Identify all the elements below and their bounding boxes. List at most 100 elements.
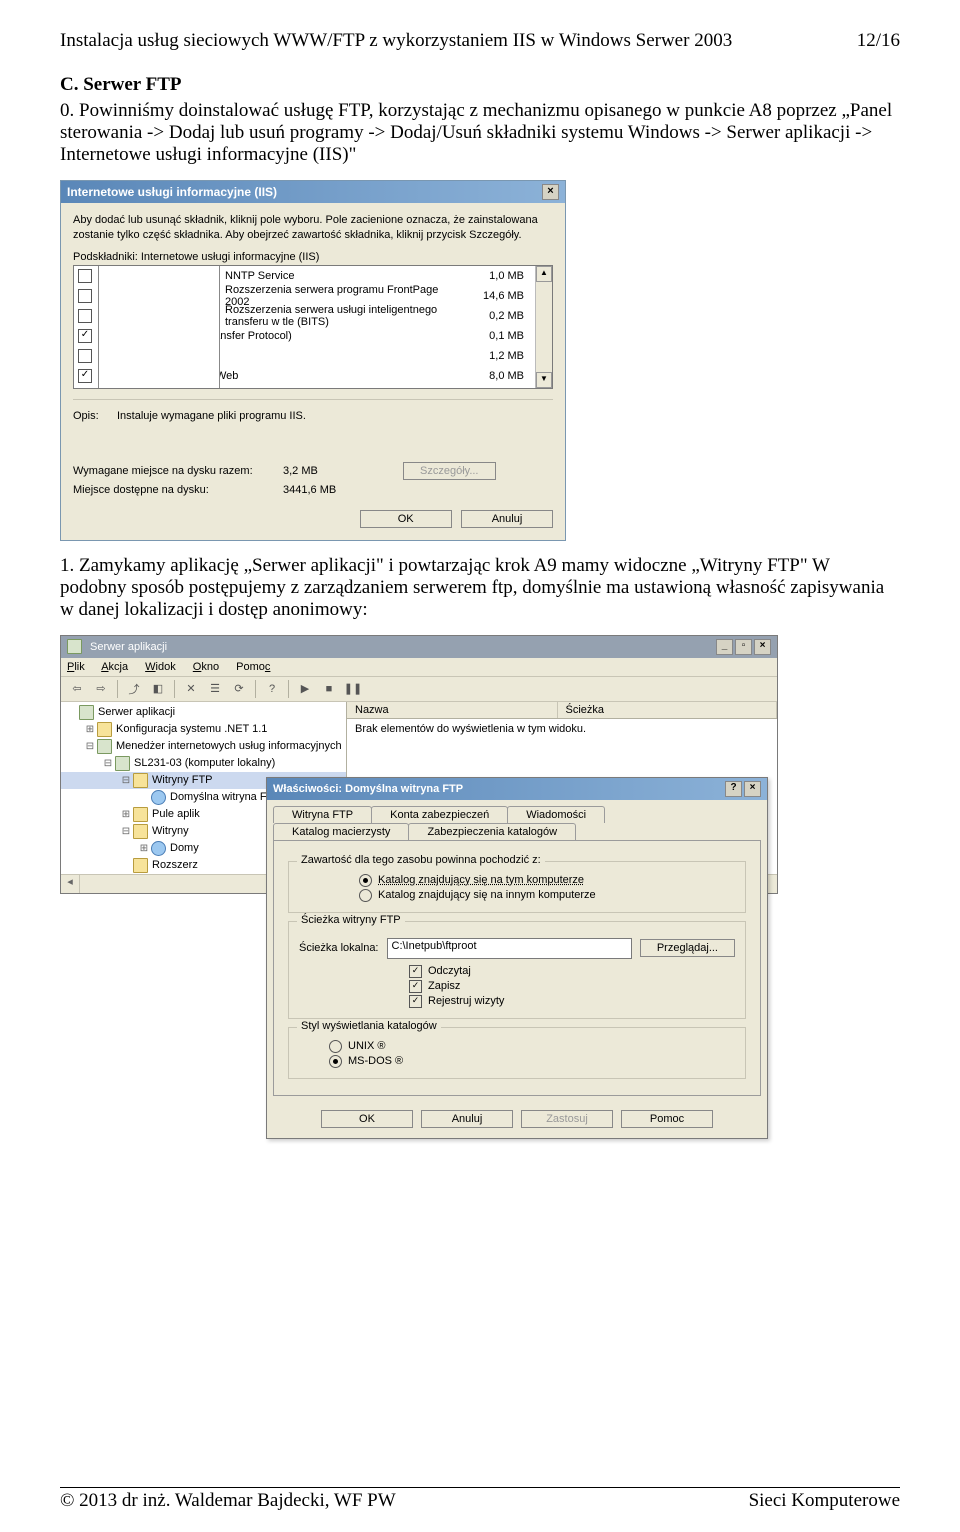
- checkbox-icon[interactable]: [78, 349, 92, 363]
- srv-icon: [115, 756, 130, 771]
- paragraph-1: 1. Zamykamy aplikację „Serwer aplikacji"…: [60, 555, 900, 621]
- list-item-label: NNTP Service: [225, 270, 462, 282]
- radio-icon[interactable]: [329, 1055, 342, 1068]
- tab-katalog-macierzysty[interactable]: Katalog macierzysty: [273, 823, 409, 840]
- checkbox-icon[interactable]: [78, 309, 92, 323]
- stop-icon[interactable]: ■: [319, 679, 339, 699]
- scroll-up-icon[interactable]: ▲: [536, 266, 552, 282]
- list-item[interactable]: Rozszerzenia serwera usługi inteligentne…: [74, 306, 552, 326]
- app-icon: [67, 639, 82, 654]
- tree-item[interactable]: ⊟SL231-03 (komputer lokalny): [61, 755, 346, 772]
- local-path-input[interactable]: C:\Inetpub\ftproot: [387, 938, 632, 959]
- cancel-button[interactable]: Anuluj: [461, 510, 553, 528]
- radio-icon[interactable]: [359, 874, 372, 887]
- globe-icon: [151, 790, 166, 805]
- cancel-button[interactable]: Anuluj: [421, 1110, 513, 1128]
- checkbox-write[interactable]: ✓ Zapisz: [409, 980, 735, 993]
- scrollbar[interactable]: ▲ ▼: [535, 266, 552, 388]
- menu-help[interactable]: Pomoc: [236, 661, 270, 673]
- tree-item-label: Domy: [170, 842, 199, 854]
- forward-icon[interactable]: ⇨: [91, 679, 111, 699]
- ok-button[interactable]: OK: [321, 1110, 413, 1128]
- menu-bar[interactable]: Plik Akcja Widok Okno Pomoc: [61, 658, 777, 677]
- check-label: Odczytaj: [428, 965, 471, 977]
- close-icon[interactable]: ×: [744, 781, 761, 797]
- maximize-icon[interactable]: ▫: [735, 639, 752, 655]
- radio-this-computer[interactable]: Katalog znajdujący się na tym komputerze: [359, 874, 735, 887]
- help-icon[interactable]: ?: [262, 679, 282, 699]
- help-icon[interactable]: ?: [725, 781, 742, 797]
- apply-button[interactable]: Zastosuj: [521, 1110, 613, 1128]
- ok-button[interactable]: OK: [360, 510, 452, 528]
- radio-label: Katalog znajdujący się na innym komputer…: [378, 889, 596, 901]
- iis-subcomponents-list[interactable]: NNTP Service 1,0 MB Rozszerzenia serwera…: [73, 265, 553, 389]
- tree-item[interactable]: ⊟Menedżer internetowych usług informacyj…: [61, 738, 346, 755]
- tab-zabezpieczenia[interactable]: Zabezpieczenia katalogów: [408, 823, 576, 840]
- list-item-label: Rozszerzenia serwera usługi inteligentne…: [225, 304, 462, 328]
- scroll-down-icon[interactable]: ▼: [536, 372, 552, 388]
- checkbox-icon[interactable]: ✓: [409, 965, 422, 978]
- pause-icon[interactable]: ❚❚: [343, 679, 363, 699]
- radio-label: Katalog znajdujący się na tym komputerze: [378, 874, 584, 886]
- content-source-legend: Zawartość dla tego zasobu powinna pochod…: [297, 854, 545, 866]
- delete-icon[interactable]: ✕: [181, 679, 201, 699]
- radio-label: UNIX ®: [348, 1040, 385, 1052]
- radio-msdos[interactable]: MS-DOS ®: [329, 1055, 735, 1068]
- tree-item-label: Domyślna witryna FTP: [170, 791, 281, 803]
- radio-unix[interactable]: UNIX ®: [329, 1040, 735, 1053]
- divider: [73, 399, 553, 400]
- radio-icon[interactable]: [359, 889, 372, 902]
- expand-icon[interactable]: ⊟: [101, 758, 115, 769]
- expand-icon[interactable]: ⊟: [83, 741, 97, 752]
- menu-view[interactable]: Widok: [145, 661, 176, 673]
- expand-icon[interactable]: ⊞: [137, 843, 151, 854]
- tree-item[interactable]: ⊞Konfiguracja systemu .NET 1.1: [61, 721, 346, 738]
- expand-icon[interactable]: ⊞: [83, 724, 97, 735]
- checkbox-read[interactable]: ✓ Odczytaj: [409, 965, 735, 978]
- toolbar-divider: [117, 680, 118, 698]
- up-icon[interactable]: ⤴: [124, 679, 144, 699]
- play-icon[interactable]: ▶: [295, 679, 315, 699]
- radio-icon[interactable]: [329, 1040, 342, 1053]
- dir-style-legend: Styl wyświetlania katalogów: [297, 1020, 441, 1032]
- options-icon[interactable]: ☰: [205, 679, 225, 699]
- back-icon[interactable]: ⇦: [67, 679, 87, 699]
- column-name[interactable]: Nazwa: [347, 702, 558, 718]
- expand-icon[interactable]: ⊞: [119, 809, 133, 820]
- srv-icon: [79, 705, 94, 720]
- browse-button[interactable]: Przeglądaj...: [640, 939, 735, 957]
- tab-konta[interactable]: Konta zabezpieczeń: [371, 806, 508, 823]
- menu-action[interactable]: Akcja: [101, 661, 128, 673]
- checkbox-log-visits[interactable]: ✓ Rejestruj wizyty: [409, 995, 735, 1008]
- ftp-properties-dialog: Właściwości: Domyślna witryna FTP ? × Wi…: [266, 777, 768, 1139]
- close-icon[interactable]: ×: [542, 184, 559, 200]
- checkbox-icon[interactable]: ✓: [409, 980, 422, 993]
- tree-item[interactable]: Serwer aplikacji: [61, 704, 346, 721]
- checkbox-icon[interactable]: ✓: [78, 369, 92, 383]
- checkbox-icon[interactable]: [78, 269, 92, 283]
- radio-other-computer[interactable]: Katalog znajdujący się na innym komputer…: [359, 889, 735, 902]
- checkbox-icon[interactable]: [78, 289, 92, 303]
- details-button[interactable]: Szczegóły...: [403, 462, 496, 480]
- minimize-icon[interactable]: _: [716, 639, 733, 655]
- help-button[interactable]: Pomoc: [621, 1110, 713, 1128]
- tab-witryna-ftp[interactable]: Witryna FTP: [273, 806, 372, 823]
- tab-wiadomosci[interactable]: Wiadomości: [507, 806, 605, 823]
- description-text: Instaluje wymagane pliki programu IIS.: [117, 410, 306, 422]
- menu-window[interactable]: Okno: [193, 661, 219, 673]
- checkbox-icon[interactable]: ✓: [78, 329, 92, 343]
- close-icon[interactable]: ×: [754, 639, 771, 655]
- column-path[interactable]: Ścieżka: [558, 702, 778, 718]
- available-space-label: Miejsce dostępne na dysku:: [73, 484, 283, 496]
- scroll-left-icon[interactable]: ◂: [61, 875, 80, 893]
- footer-course: Sieci Komputerowe: [749, 1490, 900, 1512]
- expand-icon[interactable]: ⊟: [119, 775, 133, 786]
- properties-icon[interactable]: ◧: [148, 679, 168, 699]
- menu-file[interactable]: Plik: [67, 661, 85, 673]
- refresh-icon[interactable]: ⟳: [229, 679, 249, 699]
- list-item-size: 1,2 MB: [462, 350, 530, 362]
- check-label: Rejestruj wizyty: [428, 995, 504, 1007]
- tree-item-label: Rozszerz: [152, 859, 198, 871]
- checkbox-icon[interactable]: ✓: [409, 995, 422, 1008]
- expand-icon[interactable]: ⊟: [119, 826, 133, 837]
